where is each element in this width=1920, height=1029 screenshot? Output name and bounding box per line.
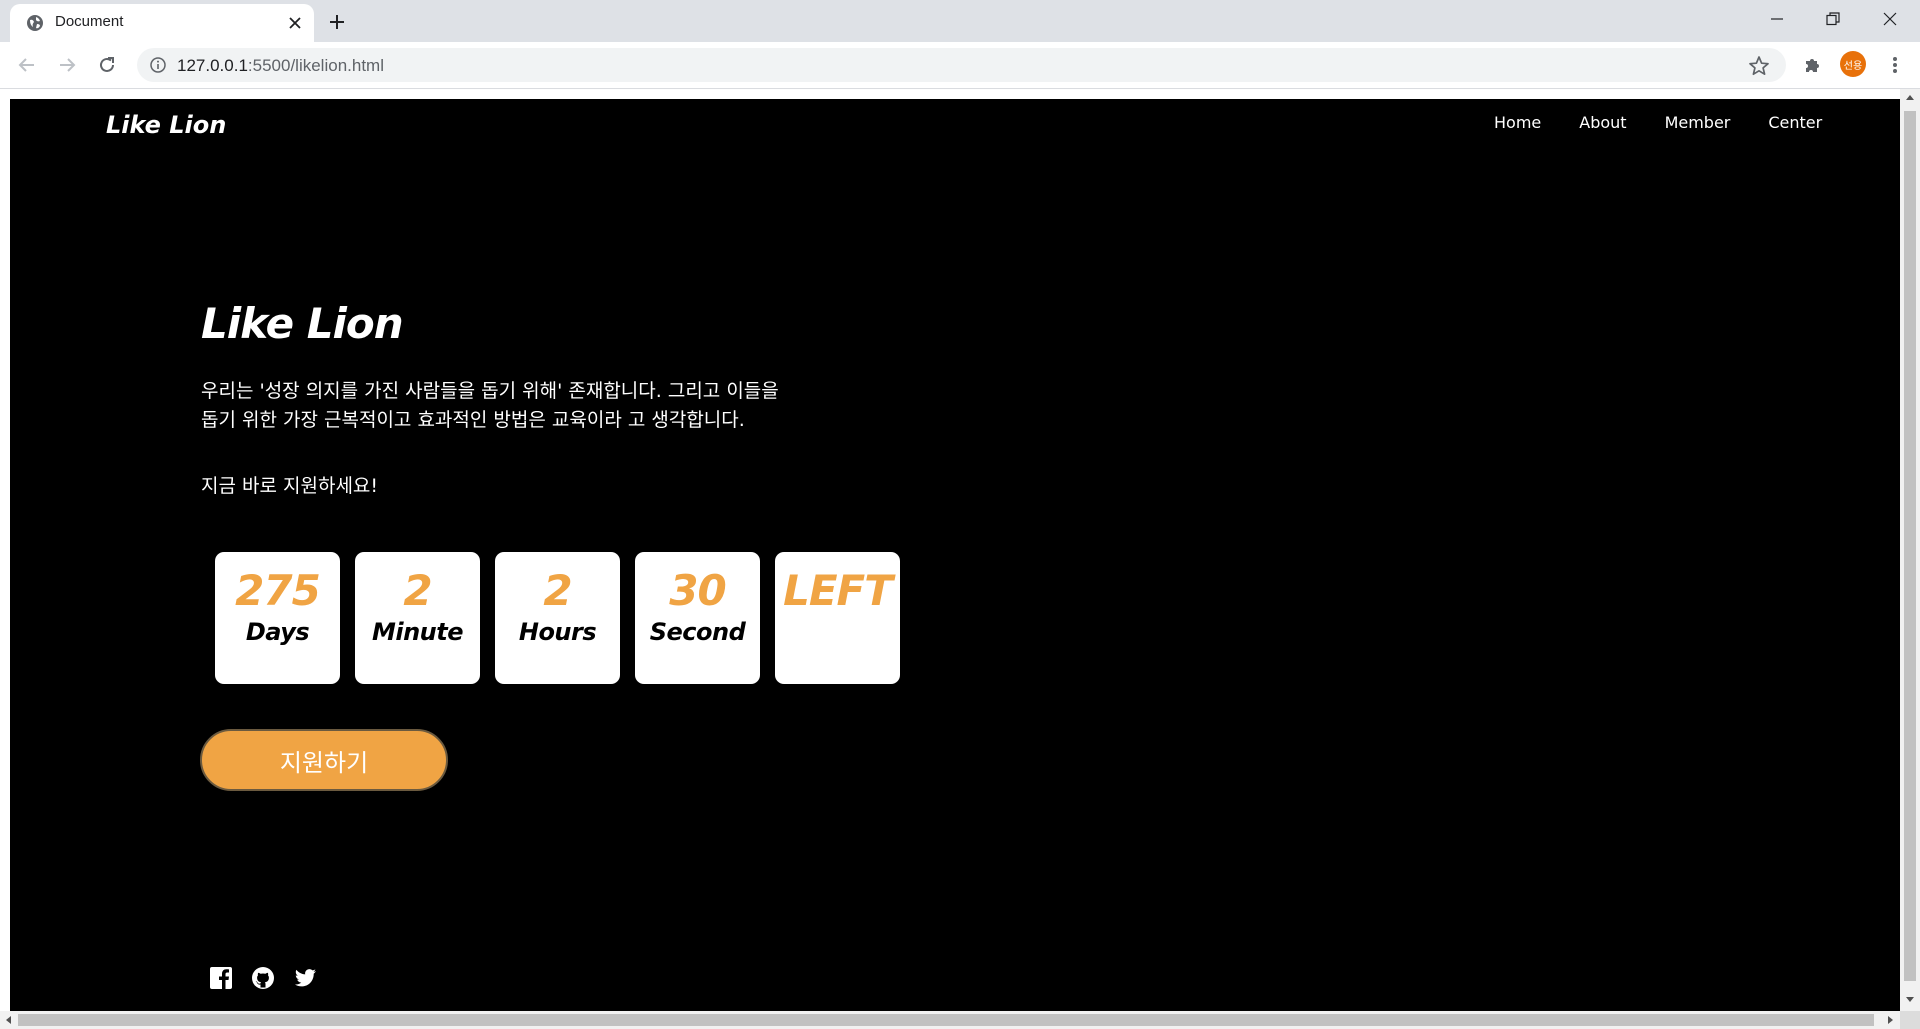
countdown-minute-box: 2 Minute [355,552,480,684]
countdown-left-text: LEFT [783,566,893,615]
new-tab-button[interactable] [324,9,350,35]
apply-button[interactable]: 지원하기 [200,729,448,791]
github-icon[interactable] [251,966,275,990]
scroll-up-arrow-icon[interactable] [1906,95,1914,100]
countdown-days-value: 275 [235,566,321,615]
forward-button[interactable] [52,50,82,80]
countdown-minute-value: 2 [403,566,432,615]
close-window-button[interactable] [1862,0,1918,38]
extensions-puzzle-icon[interactable] [1798,50,1828,80]
page-body: Like Lion Home About Member Center Like … [10,99,1900,1011]
info-icon[interactable] [150,57,166,73]
nav-home-link[interactable]: Home [1494,113,1541,132]
countdown-left-box: LEFT [775,552,900,684]
countdown-days-box: 275 Days [215,552,340,684]
nav-member-link[interactable]: Member [1665,113,1731,132]
social-links [209,966,317,990]
scroll-down-arrow-icon[interactable] [1906,997,1914,1002]
countdown-hours-box: 2 Hours [495,552,620,684]
horizontal-scrollbar[interactable] [0,1011,1900,1029]
vertical-scrollbar[interactable] [1900,89,1920,1011]
profile-avatar[interactable]: 선용 [1840,51,1866,77]
url-path: :5500/likelion.html [247,56,384,75]
hero-description: 우리는 '성장 의지를 가진 사람들을 돕기 위해' 존재합니다. 그리고 이들… [201,377,921,435]
tab-strip: Document [0,0,1920,42]
twitter-icon[interactable] [293,966,317,990]
countdown-hours-label: Hours [518,618,597,646]
close-icon[interactable] [286,14,304,32]
minimize-button[interactable] [1749,0,1805,38]
globe-icon [26,14,44,32]
site-logo[interactable]: Like Lion [106,111,226,139]
countdown-days-label: Days [245,618,310,646]
scroll-left-arrow-icon[interactable] [6,1016,11,1024]
restore-button[interactable] [1805,0,1861,38]
reload-button[interactable] [92,50,122,80]
menu-kebab-icon[interactable] [1880,50,1910,80]
countdown-second-value: 30 [669,566,726,615]
browser-toolbar: 127.0.0.1:5500/likelion.html 선용 [0,42,1920,88]
countdown-hours-value: 2 [543,566,572,615]
tab-title: Document [55,13,124,30]
countdown-second-box: 30 Second [635,552,760,684]
hero-title: Like Lion [201,299,404,348]
countdown-minute-label: Minute [371,618,464,646]
scroll-right-arrow-icon[interactable] [1888,1016,1893,1024]
hero-cta-text: 지금 바로 지원하세요! [201,475,379,497]
facebook-icon[interactable] [209,966,233,990]
back-button[interactable] [12,50,42,80]
hero-text-line-2: 돕기 위한 가장 근복적이고 효과적인 방법은 교육이라 고 생각합니다. [201,409,745,431]
horizontal-scrollbar-thumb[interactable] [18,1014,1874,1026]
countdown-second-label: Second [649,618,746,646]
page-viewport: Like Lion Home About Member Center Like … [0,89,1900,1011]
address-bar[interactable]: 127.0.0.1:5500/likelion.html [137,48,1786,82]
vertical-scrollbar-thumb[interactable] [1904,111,1916,981]
bookmark-star-icon[interactable] [1748,55,1770,77]
countdown: 275 Days 2 Minute 2 Hours 30 Second LEFT [215,552,900,684]
url-host: 127.0.0.1 [177,56,248,75]
nav-center-link[interactable]: Center [1768,113,1822,132]
hero-text-line-1: 우리는 '성장 의지를 가진 사람들을 돕기 위해' 존재합니다. 그리고 이들… [201,380,779,402]
url-text: 127.0.0.1:5500/likelion.html [177,56,384,76]
browser-tab[interactable]: Document [10,4,314,42]
main-nav: Home About Member Center [1494,113,1822,132]
scrollbar-corner [1900,1011,1920,1029]
nav-about-link[interactable]: About [1579,113,1626,132]
